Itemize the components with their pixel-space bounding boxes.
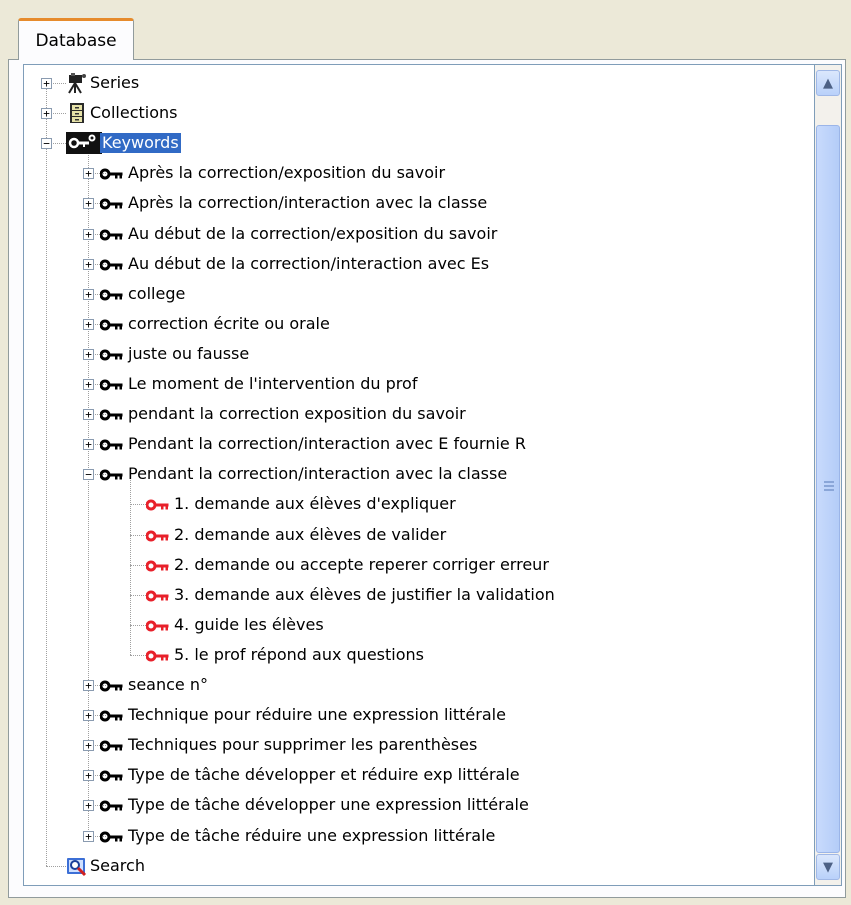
keyword-item[interactable]: Type de tâche développer une expression … (128, 795, 529, 815)
camera-icon (66, 72, 88, 98)
expand-toggle[interactable]: + (83, 830, 94, 842)
keyword-item[interactable]: Au début de la correction/interaction av… (128, 254, 489, 274)
cabinet-icon (66, 102, 88, 128)
key-icon (145, 618, 170, 637)
keyword-item[interactable]: Le moment de l'intervention du prof (128, 374, 417, 394)
key-icon (99, 166, 124, 185)
key-icon (99, 257, 124, 276)
expand-toggle[interactable]: + (83, 710, 94, 722)
tree-line (130, 594, 146, 596)
keyword-item[interactable]: pendant la correction exposition du savo… (128, 404, 466, 424)
keyword-item[interactable]: Pendant la correction/interaction avec l… (128, 464, 507, 484)
key-icon (99, 287, 124, 306)
tree-line (46, 865, 66, 867)
key-icon (99, 437, 124, 456)
expand-toggle[interactable]: + (83, 740, 94, 752)
expand-toggle[interactable]: + (41, 78, 52, 90)
subkeyword-item[interactable]: 4. guide les élèves (174, 615, 324, 635)
expand-toggle[interactable]: + (83, 288, 94, 300)
subkeyword-item[interactable]: 2. demande aux élèves de valider (174, 525, 446, 545)
vertical-scrollbar[interactable]: ▲ ▼ (815, 64, 842, 886)
tree-line (130, 564, 146, 566)
subkeyword-item[interactable]: 2. demande ou accepte reperer corriger e… (174, 555, 549, 575)
key-icon (99, 708, 124, 727)
key-icon (99, 347, 124, 366)
tree-item-keywords[interactable]: Keywords (100, 133, 181, 154)
expand-toggle[interactable]: + (83, 228, 94, 240)
tree-line (130, 624, 146, 626)
expand-toggle[interactable]: + (83, 348, 94, 360)
expand-toggle[interactable]: + (83, 800, 94, 812)
expand-toggle[interactable]: + (83, 770, 94, 782)
tree-line (130, 504, 146, 506)
tree-line (46, 83, 47, 866)
search-icon (66, 855, 88, 881)
key-icon (145, 588, 170, 607)
scroll-down-button[interactable]: ▼ (816, 854, 840, 880)
expand-toggle[interactable]: + (83, 409, 94, 421)
expand-toggle[interactable]: − (83, 469, 94, 481)
expand-toggle[interactable]: + (83, 318, 94, 330)
keyword-item[interactable]: correction écrite ou orale (128, 314, 330, 334)
key-icon (99, 227, 124, 246)
expand-toggle[interactable]: − (41, 138, 52, 150)
tree-line (88, 151, 89, 836)
expand-toggle[interactable]: + (41, 108, 52, 120)
scroll-up-button[interactable]: ▲ (816, 70, 840, 96)
grip-icon (824, 481, 834, 493)
scroll-thumb[interactable] (816, 125, 840, 853)
expand-toggle[interactable]: + (83, 198, 94, 210)
key-icon (99, 377, 124, 396)
tree-item-search[interactable]: Search (90, 856, 145, 876)
keyword-item[interactable]: Au début de la correction/exposition du … (128, 224, 497, 244)
keyword-item[interactable]: seance n° (128, 675, 208, 695)
expand-toggle[interactable]: + (83, 379, 94, 391)
key-icon (145, 497, 170, 516)
expand-toggle[interactable]: + (83, 258, 94, 270)
key-icon (99, 467, 124, 486)
keyword-item[interactable]: Techniques pour supprimer les parenthèse… (128, 735, 477, 755)
tree-line (130, 534, 146, 536)
key-icon (99, 738, 124, 757)
key-icon (145, 558, 170, 577)
subkeyword-item[interactable]: 5. le prof répond aux questions (174, 645, 424, 665)
keys-icon (66, 132, 102, 158)
key-icon (145, 528, 170, 547)
keyword-item[interactable]: Après la correction/interaction avec la … (128, 193, 487, 213)
keyword-item[interactable]: Après la correction/exposition du savoir (128, 163, 445, 183)
key-icon (99, 317, 124, 336)
key-icon (99, 798, 124, 817)
subkeyword-item[interactable]: 3. demande aux élèves de justifier la va… (174, 585, 555, 605)
expand-toggle[interactable]: + (83, 168, 94, 180)
tab-bar: Database (0, 0, 851, 60)
tree-line (130, 480, 131, 655)
tree-item-series[interactable]: Series (90, 73, 139, 93)
tree-line (130, 654, 146, 656)
key-icon (145, 648, 170, 667)
keyword-item[interactable]: college (128, 284, 185, 304)
database-tree[interactable]: + Series + Collections − Keywords + Après l… (23, 64, 815, 886)
key-icon (99, 829, 124, 848)
expand-toggle[interactable]: + (83, 439, 94, 451)
key-icon (99, 678, 124, 697)
keyword-item[interactable]: juste ou fausse (128, 344, 249, 364)
key-icon (99, 407, 124, 426)
expand-toggle[interactable]: + (83, 680, 94, 692)
key-icon (99, 196, 124, 215)
keyword-item[interactable]: Pendant la correction/interaction avec E… (128, 434, 526, 454)
keyword-item[interactable]: Technique pour réduire une expression li… (128, 705, 506, 725)
keyword-item[interactable]: Type de tâche développer et réduire exp … (128, 765, 520, 785)
tab-database[interactable]: Database (18, 18, 134, 60)
tree-item-collections[interactable]: Collections (90, 103, 177, 123)
keyword-item[interactable]: Type de tâche réduire une expression lit… (128, 826, 495, 846)
key-icon (99, 768, 124, 787)
subkeyword-item[interactable]: 1. demande aux élèves d'expliquer (174, 494, 456, 514)
